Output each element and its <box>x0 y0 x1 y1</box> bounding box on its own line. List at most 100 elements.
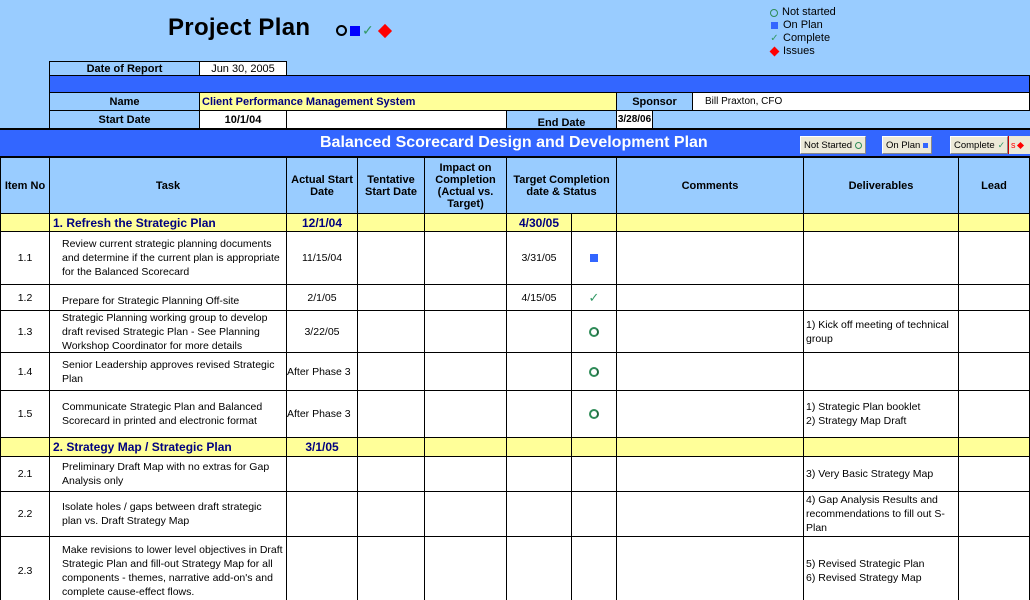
actual-start-date[interactable]: After Phase 3 <box>286 390 358 438</box>
status-cell[interactable] <box>571 231 617 285</box>
actual-start-date[interactable] <box>286 536 358 600</box>
cell-impact[interactable] <box>424 231 507 285</box>
cell-comments[interactable] <box>616 310 804 353</box>
task-description[interactable]: Senior Leadership approves revised Strat… <box>49 352 287 391</box>
cell-tentative[interactable] <box>357 536 425 600</box>
cell-comments[interactable] <box>616 231 804 285</box>
cell-impact[interactable] <box>424 310 507 353</box>
cell-comments[interactable] <box>616 536 804 600</box>
item-number[interactable]: 2.3 <box>0 536 50 600</box>
status-cell[interactable] <box>571 352 617 391</box>
cell-lead[interactable] <box>958 352 1030 391</box>
section-cell[interactable] <box>424 213 507 232</box>
item-number[interactable]: 2.2 <box>0 491 50 537</box>
cell-impact[interactable] <box>424 390 507 438</box>
cell-comments[interactable] <box>616 352 804 391</box>
section-cell[interactable] <box>424 437 507 457</box>
section-cell[interactable] <box>958 437 1030 457</box>
on-plan-button[interactable]: On Plan <box>882 136 933 154</box>
deliverables-cell[interactable] <box>803 284 959 311</box>
cell-impact[interactable] <box>424 456 507 492</box>
task-description[interactable]: Isolate holes / gaps between draft strat… <box>49 491 287 537</box>
task-description[interactable]: Communicate Strategic Plan and Balanced … <box>49 390 287 438</box>
sponsor-value[interactable]: Bill Praxton, CFO <box>692 92 1030 111</box>
cell-tentative[interactable] <box>357 491 425 537</box>
cell-tentative[interactable] <box>357 310 425 353</box>
cell-comments[interactable] <box>616 456 804 492</box>
task-description[interactable]: Review current strategic planning docume… <box>49 231 287 285</box>
deliverables-cell[interactable]: 3) Very Basic Strategy Map <box>803 456 959 492</box>
section-cell[interactable] <box>571 213 617 232</box>
item-number[interactable]: 1.2 <box>0 284 50 311</box>
status-cell[interactable] <box>571 390 617 438</box>
deliverables-cell[interactable]: 1) Kick off meeting of technical group <box>803 310 959 353</box>
target-completion-date[interactable] <box>506 456 572 492</box>
cell-lead[interactable] <box>958 310 1030 353</box>
status-cell[interactable]: ✓ <box>571 284 617 311</box>
section-cell[interactable] <box>958 213 1030 232</box>
item-number[interactable]: 1.3 <box>0 310 50 353</box>
section-actual-start[interactable]: 3/1/05 <box>286 437 358 457</box>
task-description[interactable]: Preliminary Draft Map with no extras for… <box>49 456 287 492</box>
item-number[interactable]: 2.1 <box>0 456 50 492</box>
status-cell[interactable] <box>571 456 617 492</box>
deliverables-cell[interactable] <box>803 231 959 285</box>
date-of-report-value[interactable]: Jun 30, 2005 <box>199 61 287 76</box>
task-description[interactable]: Strategic Planning working group to deve… <box>49 310 287 353</box>
actual-start-date[interactable]: After Phase 3 <box>286 352 358 391</box>
cell-tentative[interactable] <box>357 231 425 285</box>
item-number[interactable]: 1.5 <box>0 390 50 438</box>
cell-tentative[interactable] <box>357 456 425 492</box>
section-cell[interactable] <box>357 213 425 232</box>
cell-tentative[interactable] <box>357 390 425 438</box>
task-description[interactable]: Make revisions to lower level objectives… <box>49 536 287 600</box>
item-number[interactable]: 1.4 <box>0 352 50 391</box>
section-cell[interactable] <box>357 437 425 457</box>
cell-impact[interactable] <box>424 491 507 537</box>
target-completion-date[interactable] <box>506 310 572 353</box>
status-cell[interactable] <box>571 310 617 353</box>
issues-button[interactable]: s <box>1008 136 1030 154</box>
start-date-value[interactable]: 10/1/04 <box>199 110 287 129</box>
cell-tentative[interactable] <box>357 284 425 311</box>
deliverables-cell[interactable]: 4) Gap Analysis Results and recommendati… <box>803 491 959 537</box>
not-started-button[interactable]: Not Started <box>800 136 867 154</box>
target-completion-date[interactable] <box>506 491 572 537</box>
deliverables-cell[interactable]: 1) Strategic Plan booklet 2) Strategy Ma… <box>803 390 959 438</box>
status-cell[interactable] <box>571 491 617 537</box>
task-description[interactable]: Prepare for Strategic Planning Off-site <box>49 284 287 311</box>
status-cell[interactable] <box>571 536 617 600</box>
target-completion-date[interactable] <box>506 390 572 438</box>
deliverables-cell[interactable] <box>803 352 959 391</box>
actual-start-date[interactable] <box>286 456 358 492</box>
cell-lead[interactable] <box>958 491 1030 537</box>
complete-button[interactable]: Complete ✓ <box>950 136 1008 154</box>
end-date-value[interactable]: 3/28/06 <box>616 110 653 129</box>
deliverables-cell[interactable]: 5) Revised Strategic Plan 6) Revised Str… <box>803 536 959 600</box>
cell-lead[interactable] <box>958 284 1030 311</box>
cell-impact[interactable] <box>424 536 507 600</box>
target-completion-date[interactable]: 4/15/05 <box>506 284 572 311</box>
target-completion-date[interactable] <box>506 352 572 391</box>
cell-lead[interactable] <box>958 536 1030 600</box>
actual-start-date[interactable]: 11/15/04 <box>286 231 358 285</box>
section-cell[interactable] <box>616 213 804 232</box>
section-title[interactable]: 1. Refresh the Strategic Plan <box>49 213 287 232</box>
project-name-value[interactable]: Client Performance Management System <box>199 92 617 111</box>
actual-start-date[interactable]: 3/22/05 <box>286 310 358 353</box>
cell-comments[interactable] <box>616 390 804 438</box>
section-cell[interactable] <box>803 437 959 457</box>
cell-comments[interactable] <box>616 491 804 537</box>
section-cell[interactable] <box>571 437 617 457</box>
section-title[interactable]: 2. Strategy Map / Strategic Plan <box>49 437 287 457</box>
actual-start-date[interactable]: 2/1/05 <box>286 284 358 311</box>
target-completion-date[interactable]: 3/31/05 <box>506 231 572 285</box>
target-completion-date[interactable] <box>506 536 572 600</box>
cell-lead[interactable] <box>958 231 1030 285</box>
cell-tentative[interactable] <box>357 352 425 391</box>
cell-impact[interactable] <box>424 352 507 391</box>
section-cell[interactable] <box>803 213 959 232</box>
section-target-date[interactable]: 4/30/05 <box>506 213 572 232</box>
section-cell[interactable] <box>616 437 804 457</box>
cell-lead[interactable] <box>958 456 1030 492</box>
